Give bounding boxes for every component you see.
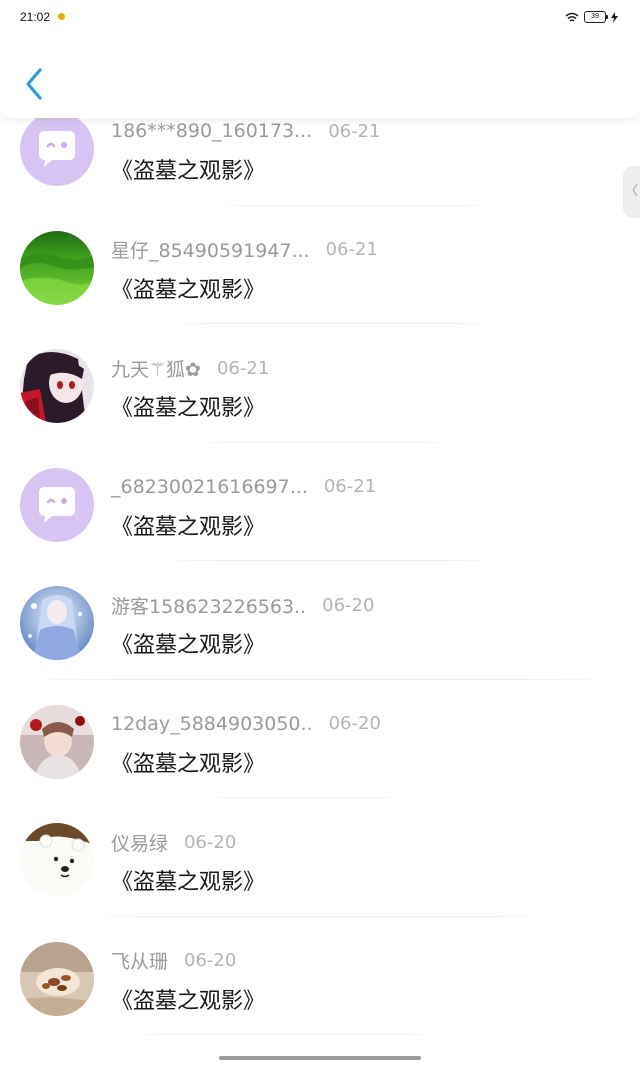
avatar[interactable]	[20, 941, 94, 1016]
name-row: 九天⚚狐✿ 06-21	[111, 355, 270, 382]
comment-text: 《盗墓之观影》	[111, 159, 266, 184]
side-drawer-label: 〈	[624, 184, 638, 199]
user-name[interactable]: 12day_5884903050..	[111, 713, 313, 735]
comment-text: 《盗墓之观影》	[111, 633, 266, 658]
user-name[interactable]: 九天⚚狐✿	[111, 355, 201, 382]
name-row: _68230021616697... 06-21	[111, 475, 376, 499]
avatar[interactable]	[20, 230, 94, 305]
screen: 21:02 39 〈 186***890_160173... 06-21 《盗墓…	[0, 0, 640, 1067]
name-row: 飞从珊 06-20	[111, 949, 236, 973]
comment-list: 186***890_160173... 06-21 《盗墓之观影》 星仔_854…	[0, 87, 640, 1035]
comment-date: 06-20	[328, 713, 381, 734]
avatar[interactable]	[20, 112, 94, 186]
name-row: 12day_5884903050.. 06-20	[111, 712, 381, 736]
battery-icon: 39	[584, 11, 608, 23]
comment-text: 《盗墓之观影》	[111, 396, 266, 421]
name-row: 186***890_160173... 06-21	[111, 119, 381, 143]
chevron-left-icon	[26, 68, 42, 100]
home-indicator[interactable]	[219, 1056, 421, 1060]
list-item[interactable]: 游客158623226563.. 06-20 《盗墓之观影》	[0, 561, 640, 680]
name-row: 星仔_85490591947... 06-21	[111, 238, 378, 262]
avatar[interactable]	[20, 704, 94, 779]
comment-text: 《盗墓之观影》	[111, 514, 266, 540]
user-name[interactable]: 186***890_160173...	[111, 120, 312, 142]
header-bar: 21:02 39	[0, 0, 640, 118]
comment-date: 06-20	[322, 594, 375, 616]
list-item[interactable]: 仪易绿 06-20 《盗墓之观影》	[0, 798, 640, 917]
back-button[interactable]	[18, 62, 52, 106]
anime-girl-blue	[20, 586, 94, 660]
comment-date: 06-21	[323, 476, 377, 497]
comment-date: 06-21	[328, 120, 381, 142]
side-drawer-handle[interactable]: 〈	[623, 166, 640, 218]
user-name[interactable]: 飞从珊	[111, 947, 168, 974]
status-bar: 21:02 39	[0, 0, 640, 34]
comment-date: 06-20	[184, 831, 237, 853]
comment-date: 06-21	[216, 357, 270, 379]
chat-bubble-icon	[20, 112, 94, 186]
anime-girl-red	[20, 349, 94, 423]
battery-level: 39	[591, 13, 599, 20]
status-time: 21:02	[20, 10, 51, 24]
comment-text: 《盗墓之观影》	[111, 870, 266, 895]
user-name[interactable]: _68230021616697...	[111, 476, 308, 498]
avatar[interactable]	[20, 467, 94, 542]
list-item[interactable]: 九天⚚狐✿ 06-21 《盗墓之观影》	[0, 324, 640, 443]
polar-bear	[20, 823, 94, 897]
user-name[interactable]: 星仔_85490591947...	[111, 236, 310, 263]
comment-date: 06-21	[325, 239, 378, 260]
status-icons: 39	[565, 9, 618, 25]
list-item[interactable]: 12day_5884903050.. 06-20 《盗墓之观影》	[0, 680, 640, 798]
user-name[interactable]: 仪易绿	[111, 829, 168, 856]
avatar[interactable]	[20, 823, 94, 897]
seashell-photo	[20, 941, 94, 1016]
avatar[interactable]	[20, 586, 94, 660]
list-item[interactable]: _68230021616697... 06-21 《盗墓之观影》	[0, 443, 640, 561]
list-item[interactable]: 飞从珊 06-20 《盗墓之观影》	[0, 917, 640, 1035]
charging-bolt-icon	[611, 11, 618, 23]
wifi-icon	[565, 12, 579, 22]
comment-date: 06-20	[184, 950, 237, 971]
name-row: 仪易绿 06-20	[111, 829, 237, 856]
list-item[interactable]: 星仔_85490591947... 06-21 《盗墓之观影》	[0, 206, 640, 324]
name-row: 游客158623226563.. 06-20	[111, 592, 375, 619]
comment-text: 《盗墓之观影》	[111, 277, 266, 303]
comment-text: 《盗墓之观影》	[111, 988, 266, 1014]
user-name[interactable]: 游客158623226563..	[111, 592, 306, 619]
notification-dot-icon	[58, 13, 65, 20]
avatar[interactable]	[20, 349, 94, 423]
grass-photo	[20, 230, 94, 305]
comment-text: 《盗墓之观影》	[111, 751, 266, 777]
doll-photo	[20, 704, 94, 779]
chat-bubble-icon	[20, 467, 94, 542]
divider	[120, 1034, 450, 1035]
